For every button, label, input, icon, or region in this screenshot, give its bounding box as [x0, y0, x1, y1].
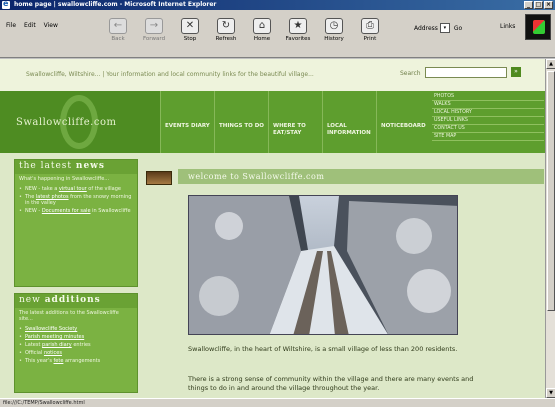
close-button[interactable]: ×: [544, 1, 553, 9]
stop-icon: ✕: [181, 18, 199, 34]
site-logo[interactable]: Swallowcliffe.com: [0, 91, 160, 153]
quick-link-history[interactable]: Local history: [432, 109, 544, 117]
community-paragraph: There is a strong sense of community wit…: [188, 375, 474, 392]
intro-paragraph: Swallowcliffe, in the heart of Wiltshire…: [188, 345, 458, 353]
news-heading: the latest news: [15, 160, 137, 174]
history-button[interactable]: ◷ History: [316, 12, 352, 50]
snowy-lane-photo: [188, 195, 458, 335]
toolbar-buttons: ← Back → Forward ✕ Stop ↻ Refresh ⌂ Home ★ Fav…: [100, 12, 388, 50]
additions-link-minutes[interactable]: Parish meeting minutes: [25, 334, 84, 340]
site-banner: Swallowcliffe.com Events diary Things to…: [0, 91, 545, 153]
additions-list: Swallowcliffe Society Parish meeting min…: [15, 324, 137, 370]
news-link-virtual-tour[interactable]: virtual tour: [59, 186, 87, 192]
star-icon: ★: [289, 18, 307, 34]
links-button[interactable]: Links: [500, 23, 515, 30]
quick-link-contact[interactable]: Contact us: [432, 125, 544, 133]
nav-tab-things[interactable]: Things to do: [214, 91, 268, 153]
page-viewport: Swallowcliffe, Wiltshire... | Your infor…: [0, 59, 545, 398]
back-arrow-icon: ←: [109, 18, 127, 34]
history-icon: ◷: [325, 18, 343, 34]
additions-link-notices[interactable]: notices: [44, 350, 62, 356]
additions-link-society[interactable]: Swallowcliffe Society: [25, 326, 77, 332]
sidebar: the latest news What's happening in Swal…: [14, 159, 138, 398]
news-list: NEW - take a virtual tour of the village…: [15, 184, 137, 220]
favorites-button[interactable]: ★ Favorites: [280, 12, 316, 50]
go-button[interactable]: Go: [452, 25, 464, 32]
scroll-down-icon[interactable]: ▼: [546, 388, 555, 398]
quick-links-list: Photos Walks Local history Useful links …: [432, 93, 544, 141]
list-item: Parish meeting minutes: [19, 334, 133, 340]
forward-button[interactable]: → Forward: [136, 12, 172, 50]
search-input[interactable]: [425, 67, 507, 78]
window-controls: _ □ ×: [524, 1, 553, 9]
forward-arrow-icon: →: [145, 18, 163, 34]
menu-bar: File Edit View: [6, 22, 58, 29]
breadcrumb: Swallowcliffe, Wiltshire... | Your infor…: [26, 71, 314, 78]
refresh-icon: ↻: [217, 18, 235, 34]
vertical-scrollbar[interactable]: ▲ ▼: [545, 59, 555, 398]
back-button[interactable]: ← Back: [100, 12, 136, 50]
logo-text: Swallowcliffe.com: [16, 117, 117, 128]
windows-logo-icon: [525, 14, 551, 40]
welcome-heading: welcome to Swallowcliffe.com: [178, 169, 544, 184]
list-item: NEW - Documents for sale in Swallowcliff…: [19, 208, 133, 214]
maximize-button[interactable]: □: [534, 1, 543, 9]
menu-file[interactable]: File: [6, 22, 16, 29]
address-area: Address ▾ Go: [414, 23, 464, 33]
list-item: Official notices: [19, 350, 133, 356]
additions-subtitle: The latest additions to the Swallowcliff…: [19, 310, 119, 322]
news-link-documents[interactable]: Documents for sale: [42, 208, 91, 214]
nav-tab-noticeboard[interactable]: Noticeboard: [376, 91, 432, 153]
list-item: This year's fete arrangements: [19, 358, 133, 364]
window-title: home page | swallowcliffe.com - Microsof…: [14, 1, 217, 8]
menu-view[interactable]: View: [44, 22, 58, 29]
printer-icon: ⎙: [361, 18, 379, 34]
print-button[interactable]: ⎙ Print: [352, 12, 388, 50]
home-icon: ⌂: [253, 18, 271, 34]
menu-edit[interactable]: Edit: [24, 22, 36, 29]
refresh-button[interactable]: ↻ Refresh: [208, 12, 244, 50]
quick-link-walks[interactable]: Walks: [432, 101, 544, 109]
nav-tab-events[interactable]: Events diary: [160, 91, 214, 153]
status-bar: file:///C:/TEMP/Swallowcliffe.html: [0, 398, 555, 407]
additions-panel: new additions The latest additions to th…: [14, 293, 138, 393]
list-item: The latest photos from the snowy morning…: [19, 194, 133, 206]
site-header-strip: Swallowcliffe, Wiltshire... | Your infor…: [0, 59, 545, 91]
home-button[interactable]: ⌂ Home: [244, 12, 280, 50]
news-panel: the latest news What's happening in Swal…: [14, 159, 138, 287]
snowy-lane-image: [189, 196, 457, 334]
quick-link-sitemap[interactable]: Site map: [432, 133, 544, 141]
address-dropdown[interactable]: ▾: [439, 23, 450, 33]
list-item: NEW - take a virtual tour of the village: [19, 186, 133, 192]
nav-tab-local-info[interactable]: Local information: [322, 91, 376, 153]
nav-tab-eat-stay[interactable]: Where to eat/stay: [268, 91, 322, 153]
additions-link-diary[interactable]: parish diary: [42, 342, 72, 348]
window-titlebar: home page | swallowcliffe.com - Microsof…: [0, 0, 555, 10]
stop-button[interactable]: ✕ Stop: [172, 12, 208, 50]
search-go-button[interactable]: »: [511, 67, 521, 77]
scroll-thumb[interactable]: [547, 71, 555, 311]
browser-toolbar: File Edit View ← Back → Forward ✕ Stop ↻ Ref…: [0, 10, 555, 58]
list-item: Latest parish diary entries: [19, 342, 133, 348]
news-subtitle: What's happening in Swallowcliffe...: [19, 176, 110, 182]
ie-app-icon: [2, 0, 10, 9]
minimize-button[interactable]: _: [524, 1, 533, 9]
list-item: Swallowcliffe Society: [19, 326, 133, 332]
quick-link-useful[interactable]: Useful links: [432, 117, 544, 125]
additions-link-fete[interactable]: fete: [54, 358, 64, 364]
quick-link-photos[interactable]: Photos: [432, 93, 544, 101]
scroll-up-icon[interactable]: ▲: [546, 59, 555, 69]
search-label: Search: [400, 70, 421, 77]
additions-heading: new additions: [15, 294, 137, 308]
welcome-picture-icon: [146, 171, 172, 185]
address-label: Address: [414, 24, 438, 32]
